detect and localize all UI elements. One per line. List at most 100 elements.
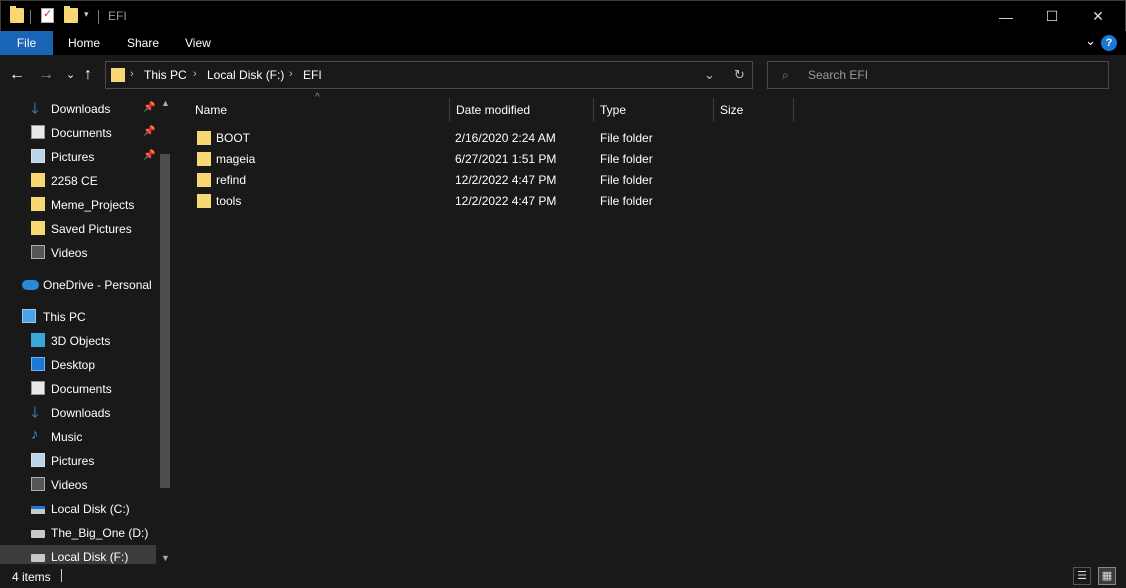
toolbar-separator [30,10,31,24]
column-header-label: Date modified [456,103,531,117]
breadcrumb-this-pc[interactable]: This PC [144,68,187,82]
pin-icon: 📌 [143,150,156,161]
pictures-icon [31,149,45,163]
details-view-button[interactable]: ☰ [1073,567,1091,585]
window-title: EFI [108,9,127,23]
column-header-name[interactable]: Name [188,96,450,124]
large-icons-view-button[interactable]: ▦ [1098,567,1116,585]
breadcrumb-separator: › [130,68,134,80]
breadcrumb-efi[interactable]: EFI [303,68,322,82]
maximize-button[interactable]: ☐ [1029,1,1075,32]
folder-icon[interactable] [10,6,24,23]
back-button[interactable]: ← [9,66,25,84]
tab-home[interactable]: Home [54,31,114,55]
sidebar-item-label: Documents [51,382,112,396]
file-row-mageia[interactable]: mageia 6/27/2021 1:51 PM File folder [192,149,792,170]
scroll-up-arrow-icon[interactable]: ▲ [161,98,170,108]
breadcrumb-separator: › [289,68,293,80]
sidebar-item-downloads[interactable]: 🡓 Downloads [0,401,156,425]
sidebar-item-meme-projects[interactable]: Meme_Projects [0,193,156,217]
sidebar-item-desktop[interactable]: Desktop [0,353,156,377]
sidebar-item-pictures[interactable]: Pictures 📌 [0,145,156,169]
sidebar-item-the-big-one-d[interactable]: The_Big_One (D:) [0,521,156,545]
sidebar-item-label: Downloads [51,102,111,116]
tab-share[interactable]: Share [113,31,173,55]
drive-icon [31,554,45,562]
sidebar-item-documents[interactable]: Documents [0,377,156,401]
music-icon: ♪ [31,426,39,443]
file-date-modified: 6/27/2021 1:51 PM [455,152,557,166]
column-header-label: Name [195,103,228,117]
sidebar-item-documents[interactable]: Documents 📌 [0,121,156,145]
column-header-date-modified[interactable]: Date modified [450,96,593,124]
sidebar-item-label: Saved Pictures [51,222,132,236]
file-type: File folder [600,194,653,208]
address-history-dropdown[interactable]: ⌄ [704,67,715,83]
pictures-icon [31,453,45,467]
sidebar-item-3d-objects[interactable]: 3D Objects [0,329,156,353]
file-row-refind[interactable]: refind 12/2/2022 4:47 PM File folder [192,170,792,191]
close-button[interactable]: ✕ [1075,1,1121,32]
column-header-label: Type [600,103,627,117]
minimize-button[interactable]: — [983,1,1029,32]
refresh-button[interactable]: ↻ [734,67,745,83]
sidebar-item-local-disk-c[interactable]: Local Disk (C:) [0,497,156,521]
breadcrumb-local-disk-f[interactable]: Local Disk (F:) [207,68,284,82]
forward-button[interactable]: → [38,66,54,84]
videos-icon [31,245,45,259]
column-header-label: Size [720,103,744,117]
videos-icon [31,477,45,491]
sidebar-item-saved-pictures[interactable]: Saved Pictures [0,217,156,241]
properties-icon[interactable] [41,7,54,23]
scrollbar-thumb[interactable] [160,154,170,488]
file-name: mageia [216,152,256,166]
file-type: File folder [600,131,653,145]
status-separator [61,569,62,582]
sidebar-item-label: Local Disk (F:) [51,550,129,564]
search-box[interactable]: ⌕ [767,61,1109,89]
title-bar: ▾ EFI — ☐ ✕ [0,0,1126,31]
sidebar-item-videos[interactable]: Videos [0,241,156,265]
breadcrumb-separator: › [193,68,197,80]
up-button[interactable]: ↑ [84,66,92,84]
new-folder-icon[interactable] [64,6,78,23]
folder-icon [197,131,211,145]
sidebar-item-this-pc[interactable]: This PC [0,305,156,329]
sidebar-item-label: Local Disk (C:) [51,502,130,516]
sidebar-item-label: 3D Objects [51,334,111,348]
sidebar-item-onedrive[interactable]: OneDrive - Personal [0,273,156,297]
sidebar-item-label: Downloads [51,406,111,420]
column-divider[interactable] [793,98,794,122]
file-row-boot[interactable]: BOOT 2/16/2020 2:24 AM File folder [192,128,792,149]
address-bar[interactable]: › This PC › Local Disk (F:) › EFI ⌄ ↻ [105,61,753,89]
recent-locations-button[interactable]: ⌄ [66,68,75,81]
sidebar-item-local-disk-f[interactable]: Local Disk (F:) [0,545,156,564]
sidebar-item-label: OneDrive - Personal [43,278,152,292]
tab-file[interactable]: File [0,31,53,55]
pin-icon: 📌 [143,102,156,113]
sidebar-item-label: Videos [51,478,88,492]
documents-icon [31,381,45,395]
sidebar-scrollbar[interactable]: ▲ ▼ [157,96,173,564]
expand-ribbon-icon[interactable]: ⌄ [1085,33,1096,49]
column-header-type[interactable]: Type [594,96,713,124]
folder-icon [31,173,45,187]
sidebar-item-music[interactable]: ♪ Music [0,425,156,449]
status-bar: 4 items ☰ ▦ [0,564,1126,588]
column-header-size[interactable]: Size [714,96,793,124]
sidebar-item-label: Pictures [51,150,95,164]
tab-view[interactable]: View [171,31,225,55]
download-icon: 🡓 [31,404,39,421]
sidebar-item-downloads[interactable]: 🡓 Downloads 📌 [0,97,156,121]
help-icon[interactable]: ? [1101,35,1117,51]
sidebar-item-2258-ce[interactable]: 2258 CE [0,169,156,193]
sidebar-item-label: Videos [51,246,88,260]
sidebar-item-pictures[interactable]: Pictures [0,449,156,473]
file-row-tools[interactable]: tools 12/2/2022 4:47 PM File folder [192,191,792,212]
sidebar-item-label: The_Big_One (D:) [51,526,149,540]
sidebar-item-videos[interactable]: Videos [0,473,156,497]
scroll-down-arrow-icon[interactable]: ▼ [161,553,170,563]
search-input[interactable] [808,67,1098,83]
download-icon: 🡓 [31,100,39,117]
customize-caret-icon[interactable]: ▾ [84,9,89,27]
